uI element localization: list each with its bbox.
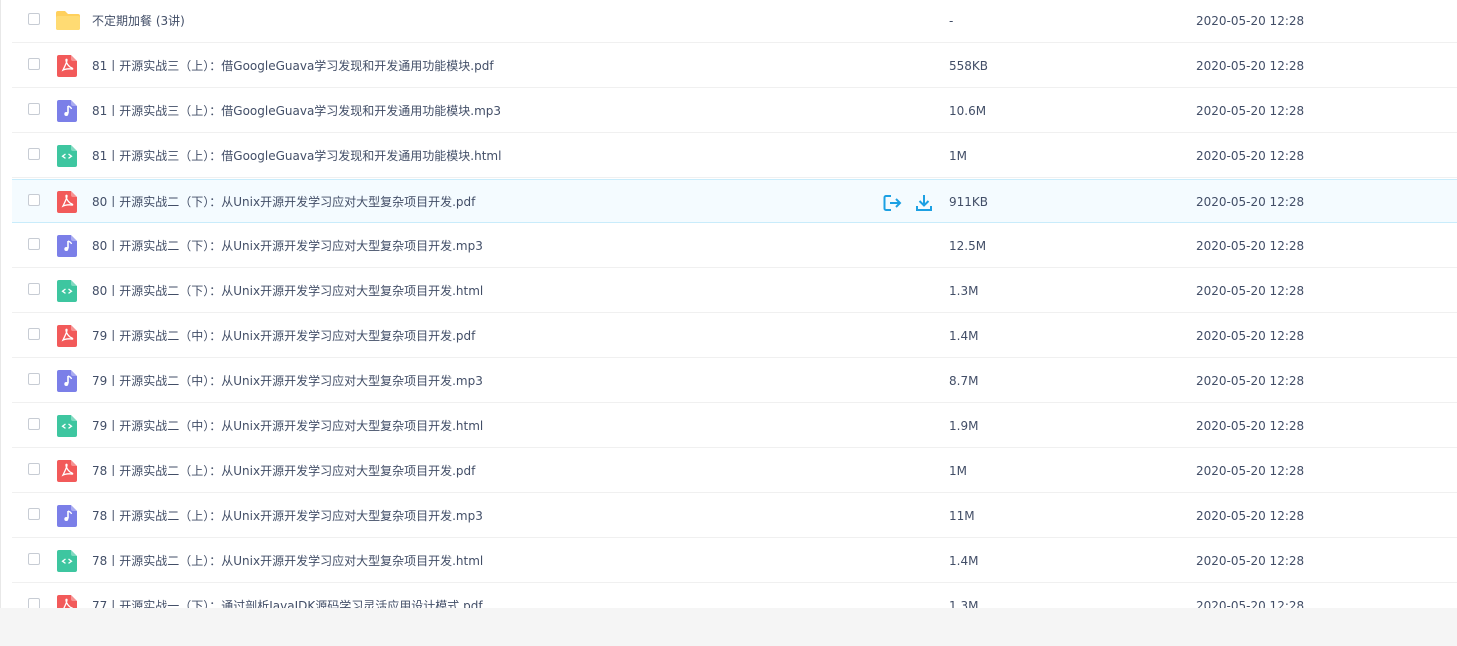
pdf-icon (57, 325, 77, 347)
file-row[interactable]: 81丨开源实战三（上）：借GoogleGuava学习发现和开发通用功能模块.mp… (12, 89, 1457, 133)
row-checkbox[interactable] (28, 194, 40, 206)
file-name[interactable]: 78丨开源实战二（上）：从Unix开源开发学习应对大型复杂项目开发.pdf (92, 449, 475, 493)
file-row[interactable]: 79丨开源实战二（中）：从Unix开源开发学习应对大型复杂项目开发.pdf 1.4… (12, 314, 1457, 358)
modified-date: 2020-05-20 12:28 (1196, 284, 1305, 298)
file-row[interactable]: 80丨开源实战二（下）：从Unix开源开发学习应对大型复杂项目开发.html 1.… (12, 269, 1457, 313)
pdf-icon (57, 460, 77, 482)
pdf-icon (57, 55, 77, 77)
file-row[interactable]: 79丨开源实战二（中）：从Unix开源开发学习应对大型复杂项目开发.html 1.… (12, 404, 1457, 448)
row-checkbox[interactable] (28, 103, 40, 115)
file-name[interactable]: 78丨开源实战二（上）：从Unix开源开发学习应对大型复杂项目开发.mp3 (92, 494, 483, 538)
row-checkbox[interactable] (28, 238, 40, 250)
file-size: 1.9M (949, 419, 979, 433)
file-size: 1M (949, 464, 967, 478)
modified-date: 2020-05-20 12:28 (1196, 419, 1305, 433)
file-name[interactable]: 77丨开源实战一（下）：通过剖析JavaJDK源码学习灵活应用设计模式.pdf (92, 584, 483, 608)
row-checkbox[interactable] (28, 283, 40, 295)
file-row[interactable]: 78丨开源实战二（上）：从Unix开源开发学习应对大型复杂项目开发.pdf 1M 2… (12, 449, 1457, 493)
pdf-icon (57, 191, 77, 213)
file-size: 11M (949, 509, 975, 523)
modified-date: 2020-05-20 12:28 (1196, 509, 1305, 523)
modified-date: 2020-05-20 12:28 (1196, 14, 1305, 28)
modified-date: 2020-05-20 12:28 (1196, 239, 1305, 253)
file-row[interactable]: 77丨开源实战一（下）：通过剖析JavaJDK源码学习灵活应用设计模式.pdf 1… (12, 584, 1457, 608)
row-checkbox[interactable] (28, 328, 40, 340)
audio-icon (57, 235, 77, 257)
audio-icon (57, 505, 77, 527)
file-name[interactable]: 80丨开源实战二（下）：从Unix开源开发学习应对大型复杂项目开发.html (92, 269, 483, 313)
file-name[interactable]: 80丨开源实战二（下）：从Unix开源开发学习应对大型复杂项目开发.pdf (92, 180, 475, 224)
row-checkbox[interactable] (28, 598, 40, 608)
file-size: 558KB (949, 59, 989, 73)
modified-date: 2020-05-20 12:28 (1196, 329, 1305, 343)
file-size: - (949, 14, 954, 28)
folder-row[interactable]: 不定期加餐 (3讲) - 2020-05-20 12:28 (12, 0, 1457, 43)
file-size: 1.4M (949, 329, 979, 343)
file-row[interactable]: 81丨开源实战三（上）：借GoogleGuava学习发现和开发通用功能模块.ht… (12, 134, 1457, 178)
download-icon[interactable] (914, 193, 934, 213)
file-name[interactable]: 81丨开源实战三（上）：借GoogleGuava学习发现和开发通用功能模块.pd… (92, 44, 494, 88)
modified-date: 2020-05-20 12:28 (1196, 104, 1305, 118)
file-name[interactable]: 79丨开源实战二（中）：从Unix开源开发学习应对大型复杂项目开发.mp3 (92, 359, 483, 403)
file-row[interactable]: 80丨开源实战二（下）：从Unix开源开发学习应对大型复杂项目开发.mp3 12.… (12, 224, 1457, 268)
row-checkbox[interactable] (28, 148, 40, 160)
modified-date: 2020-05-20 12:28 (1196, 59, 1305, 73)
row-checkbox[interactable] (28, 418, 40, 430)
modified-date: 2020-05-20 12:28 (1196, 195, 1305, 209)
row-checkbox[interactable] (28, 553, 40, 565)
audio-icon (57, 100, 77, 122)
html-icon (57, 415, 77, 437)
file-size: 1M (949, 149, 967, 163)
audio-icon (57, 370, 77, 392)
file-name[interactable]: 81丨开源实战三（上）：借GoogleGuava学习发现和开发通用功能模块.ht… (92, 134, 501, 178)
file-size: 8.7M (949, 374, 979, 388)
html-icon (57, 280, 77, 302)
modified-date: 2020-05-20 12:28 (1196, 554, 1305, 568)
file-name[interactable]: 78丨开源实战二（上）：从Unix开源开发学习应对大型复杂项目开发.html (92, 539, 483, 583)
file-name[interactable]: 79丨开源实战二（中）：从Unix开源开发学习应对大型复杂项目开发.pdf (92, 314, 475, 358)
folder-name[interactable]: 不定期加餐 (3讲) (92, 0, 185, 43)
html-icon (57, 550, 77, 572)
file-name[interactable]: 81丨开源实战三（上）：借GoogleGuava学习发现和开发通用功能模块.mp… (92, 89, 501, 133)
file-size: 1.4M (949, 554, 979, 568)
modified-date: 2020-05-20 12:28 (1196, 464, 1305, 478)
file-size: 1.3M (949, 599, 979, 608)
file-row[interactable]: 78丨开源实战二（上）：从Unix开源开发学习应对大型复杂项目开发.mp3 11M… (12, 494, 1457, 538)
modified-date: 2020-05-20 12:28 (1196, 599, 1305, 608)
folder-icon (55, 10, 81, 31)
file-row[interactable]: 79丨开源实战二（中）：从Unix开源开发学习应对大型复杂项目开发.mp3 8.7… (12, 359, 1457, 403)
share-out-icon[interactable] (882, 193, 902, 213)
modified-date: 2020-05-20 12:28 (1196, 374, 1305, 388)
file-name[interactable]: 79丨开源实战二（中）：从Unix开源开发学习应对大型复杂项目开发.html (92, 404, 483, 448)
file-size: 10.6M (949, 104, 987, 118)
file-size: 911KB (949, 195, 989, 209)
pdf-icon (57, 595, 77, 608)
file-row[interactable]: 80丨开源实战二（下）：从Unix开源开发学习应对大型复杂项目开发.pdf 911… (12, 179, 1457, 223)
row-checkbox[interactable] (28, 13, 40, 25)
html-icon (57, 145, 77, 167)
row-checkbox[interactable] (28, 58, 40, 70)
file-size: 12.5M (949, 239, 987, 253)
row-checkbox[interactable] (28, 373, 40, 385)
file-name[interactable]: 80丨开源实战二（下）：从Unix开源开发学习应对大型复杂项目开发.mp3 (92, 224, 483, 268)
modified-date: 2020-05-20 12:28 (1196, 149, 1305, 163)
file-list: 不定期加餐 (3讲) - 2020-05-20 12:28 81丨开源实战三（上）：借… (0, 0, 1457, 608)
row-checkbox[interactable] (28, 508, 40, 520)
row-checkbox[interactable] (28, 463, 40, 475)
file-row[interactable]: 78丨开源实战二（上）：从Unix开源开发学习应对大型复杂项目开发.html 1.… (12, 539, 1457, 583)
file-size: 1.3M (949, 284, 979, 298)
file-row[interactable]: 81丨开源实战三（上）：借GoogleGuava学习发现和开发通用功能模块.pd… (12, 44, 1457, 88)
